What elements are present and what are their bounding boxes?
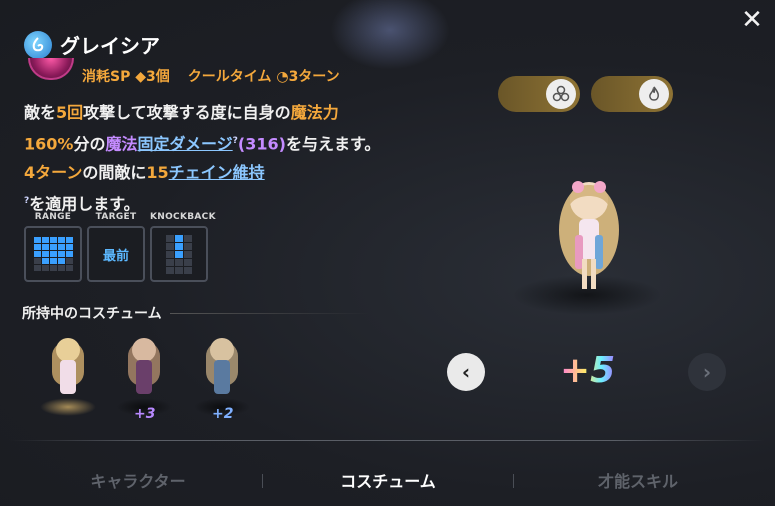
figure-body <box>136 360 152 394</box>
sp-cost-label: 消耗SP <box>82 69 131 85</box>
desc-damage-value: (316) <box>237 134 286 154</box>
triple-circle-icon <box>546 79 576 109</box>
figure-body <box>214 360 230 394</box>
tab-costume[interactable]: コスチューム <box>298 468 478 492</box>
knockback-frame <box>150 226 208 282</box>
skill-description: 敵を5回攻撃して攻撃する度に自身の魔法力 160%分の魔法固定ダメージ?(316… <box>24 98 384 219</box>
desc-duration: 4ターン <box>24 163 83 183</box>
desc-hit-count: 5回 <box>56 103 84 122</box>
desc-magic-power: 魔法力 <box>290 103 339 122</box>
chevron-left-icon[interactable]: ‹ <box>447 353 485 391</box>
cooldown-value: 3ターン <box>288 69 340 85</box>
costume-plus-badge: +2 <box>212 406 234 422</box>
tab-character[interactable]: キャラクター <box>48 468 228 492</box>
figure-body <box>60 360 76 394</box>
figure-head <box>210 338 234 362</box>
tab-talent-skill[interactable]: 才能スキル <box>548 468 728 492</box>
character-header: グレイシア <box>24 30 160 59</box>
target-frame: 最前 <box>87 226 145 282</box>
background-glow <box>330 0 450 70</box>
chevron-right-icon[interactable]: › <box>688 353 726 391</box>
skill-cost-row: 消耗SP ◆3個 クールタイム ◔3ターン <box>82 66 340 86</box>
desc-chain-count: 15 <box>146 163 169 183</box>
bottom-tabs: キャラクター コスチューム 才能スキル <box>0 458 775 498</box>
target-label: TARGET <box>95 212 137 222</box>
costume-figure <box>206 338 238 408</box>
sp-cost-value: ◆3個 <box>135 69 170 85</box>
fixed-damage-link[interactable]: 固定ダメージ <box>137 134 232 153</box>
figure-head <box>132 338 156 362</box>
desc-percent: 160% <box>24 134 74 154</box>
desc-text: 敵を <box>24 103 57 122</box>
costume-figure <box>128 338 160 408</box>
costume-figure <box>52 338 84 408</box>
costume-panel: ✕ グレイシア 消耗SP ◆3個 クールタイム ◔3ターン 敵を5回攻撃して攻撃… <box>0 0 775 506</box>
clock-icon: ◔ <box>276 69 289 85</box>
character-sprite <box>542 175 636 300</box>
range-grid-frame <box>24 226 82 282</box>
desc-text: を与えます。 <box>285 134 381 154</box>
toggle-effect-2[interactable] <box>591 76 673 112</box>
tab-separator <box>513 474 514 488</box>
toggle-effect-1[interactable] <box>498 76 580 112</box>
desc-text: の間敵に <box>82 163 147 183</box>
desc-text: 分の <box>73 134 106 154</box>
knockback-box: KNOCKBACK <box>150 212 216 282</box>
costume-item-1[interactable] <box>36 334 100 424</box>
tab-separator <box>262 474 263 488</box>
desc-magic: 魔法 <box>105 134 138 154</box>
figure-head <box>56 338 80 362</box>
flame-icon <box>639 79 669 109</box>
target-value: 最前 <box>102 248 129 264</box>
bottom-divider <box>10 440 765 441</box>
desc-text: 攻撃して攻撃する度に自身の <box>83 103 291 122</box>
knockback-grid <box>166 234 192 274</box>
section-divider <box>169 312 370 314</box>
water-element-icon <box>24 30 52 59</box>
desc-text: を適用します。 <box>29 194 140 214</box>
skill-icon <box>28 58 74 80</box>
cooldown-label: クールタイム <box>187 69 272 85</box>
chain-maintain-link[interactable]: チェイン維持 <box>169 163 265 182</box>
owned-costumes-title: 所持中のコスチューム <box>22 306 162 322</box>
costume-plus-level: +5 <box>560 350 616 391</box>
costume-plus-badge: +3 <box>134 406 156 422</box>
range-grid <box>33 237 73 271</box>
character-name: グレイシア <box>60 34 160 58</box>
owned-costumes-heading: 所持中のコスチューム <box>22 303 370 323</box>
range-box: RANGE <box>24 212 82 282</box>
costume-item-3[interactable]: +2 <box>190 334 254 424</box>
costume-item-2[interactable]: +3 <box>112 334 176 424</box>
target-box: TARGET 最前 <box>87 212 145 282</box>
knockback-label: KNOCKBACK <box>150 212 216 222</box>
range-label: RANGE <box>34 212 72 222</box>
close-icon[interactable]: ✕ <box>739 7 765 34</box>
